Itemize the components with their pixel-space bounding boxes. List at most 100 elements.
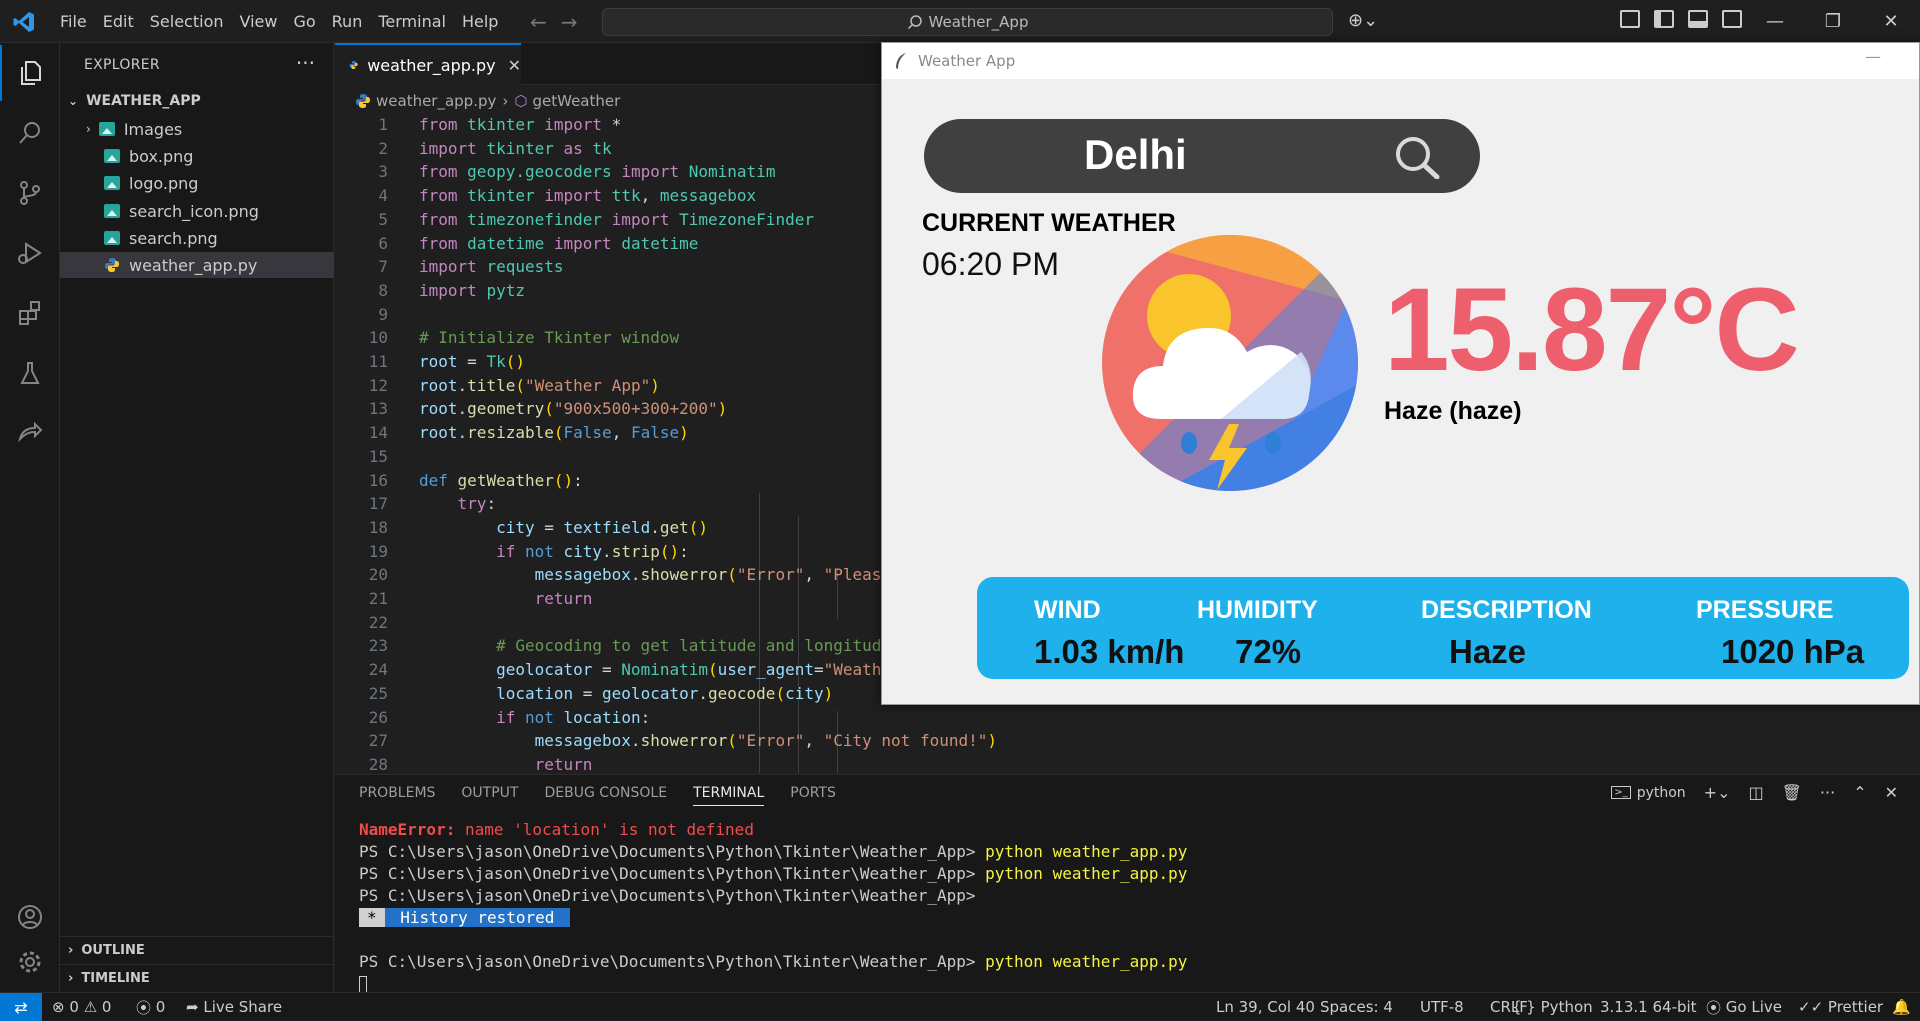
customize-layout-icon[interactable] <box>1620 10 1640 28</box>
toggle-primary-sidebar-icon[interactable] <box>1654 10 1674 28</box>
menu-help[interactable]: Help <box>454 0 506 43</box>
forward-arrow-icon[interactable]: → <box>561 10 578 34</box>
split-terminal-icon[interactable]: ◫ <box>1748 783 1763 802</box>
toggle-panel-icon[interactable] <box>1688 10 1708 28</box>
extensions-icon[interactable] <box>0 285 60 341</box>
menu-terminal[interactable]: Terminal <box>370 0 454 43</box>
code-text: city = textfield.get() <box>496 517 709 537</box>
code-text: # Initialize Tkinter window <box>419 328 680 348</box>
city-search-bar[interactable]: Delhi <box>924 119 1480 193</box>
add-terminal-icon[interactable]: +⌄ <box>1704 783 1731 802</box>
ports-status[interactable]: ⦿ 0 <box>136 993 165 1021</box>
close-tab-icon[interactable]: ✕ <box>508 56 521 75</box>
tab-problems[interactable]: PROBLEMS <box>359 785 435 806</box>
menu-file[interactable]: File <box>52 0 95 43</box>
language-mode[interactable]: { } Python <box>1512 993 1593 1021</box>
timeline-section[interactable]: › TIMELINE <box>60 964 334 992</box>
close-panel-icon[interactable]: ✕ <box>1885 783 1898 802</box>
go-live-status[interactable]: ⦿ Go Live <box>1706 993 1782 1021</box>
outline-section[interactable]: › OUTLINE <box>60 936 334 964</box>
code-text: if not city.strip(): <box>496 541 689 561</box>
line-number: 6 <box>378 233 388 253</box>
tree-item-weather-app-py[interactable]: weather_app.py <box>60 252 334 278</box>
tab-output[interactable]: OUTPUT <box>461 785 518 806</box>
search-activity-icon[interactable] <box>0 105 60 161</box>
image-file-icon <box>104 204 120 218</box>
close-icon[interactable]: ✕ <box>1862 0 1920 43</box>
live-share-icon[interactable] <box>0 405 60 461</box>
local-time: 06:20 PM <box>922 246 1059 282</box>
run-debug-icon[interactable] <box>0 225 60 281</box>
breadcrumb-file[interactable]: weather_app.py <box>376 92 496 110</box>
problems-status[interactable]: ⊗ 0 ⚠ 0 <box>52 993 111 1021</box>
tree-item-search-icon-png[interactable]: search_icon.png <box>60 198 334 224</box>
line-number: 12 <box>368 375 388 395</box>
humidity-value: 72% <box>1235 633 1302 670</box>
menu-selection[interactable]: Selection <box>142 0 232 43</box>
tab-terminal[interactable]: TERMINAL <box>693 785 765 806</box>
more-icon[interactable]: ··· <box>1820 783 1835 802</box>
tree-item-logo-png[interactable]: logo.png <box>60 170 334 196</box>
weather-app-title: Weather App <box>918 52 1016 70</box>
tab-weather-app-py[interactable]: weather_app.py ✕ <box>335 43 521 85</box>
image-file-icon <box>104 149 120 163</box>
window-controls: — ❐ ✕ <box>1746 0 1920 43</box>
settings-gear-icon[interactable] <box>0 934 60 990</box>
code-text: root.resizable(False, False) <box>419 423 689 443</box>
wind-label: WIND <box>1034 596 1101 624</box>
tree-item-label: logo.png <box>129 173 199 193</box>
line-number: 18 <box>368 517 388 537</box>
restore-icon[interactable]: ❐ <box>1804 0 1862 43</box>
copilot-icon[interactable]: ⊕⌄ <box>1348 10 1378 31</box>
source-control-icon[interactable] <box>0 165 60 221</box>
indentation[interactable]: Spaces: 4 <box>1320 993 1393 1021</box>
testing-icon[interactable] <box>0 345 60 401</box>
workspace-folder[interactable]: ⌄ WEATHER_APP <box>60 89 334 113</box>
line-number: 22 <box>368 612 388 632</box>
encoding[interactable]: UTF-8 <box>1420 993 1464 1021</box>
minimize-icon[interactable]: — <box>1865 47 1881 66</box>
terminal-profile[interactable]: >_ python <box>1611 784 1686 801</box>
line-number: 11 <box>368 352 388 371</box>
breadcrumb-symbol[interactable]: getWeather <box>532 92 620 110</box>
terminal-shell-label: python <box>1636 784 1686 801</box>
city-input[interactable]: Delhi <box>1084 131 1187 179</box>
tree-item-label: search_icon.png <box>129 201 259 221</box>
weather-details-box: WIND HUMIDITY DESCRIPTION PRESSURE 1.03 … <box>977 577 1909 679</box>
menu-edit[interactable]: Edit <box>95 0 142 43</box>
title-bar: File Edit Selection View Go Run Terminal… <box>0 0 1920 43</box>
line-number: 7 <box>378 257 388 277</box>
tree-item-label: weather_app.py <box>129 255 258 275</box>
tab-debug-console[interactable]: DEBUG CONSOLE <box>544 785 667 806</box>
tab-ports[interactable]: PORTS <box>790 785 836 806</box>
prettier-status[interactable]: ✓✓ Prettier <box>1798 993 1883 1021</box>
back-arrow-icon[interactable]: ← <box>530 10 547 34</box>
cursor-position[interactable]: Ln 39, Col 40 <box>1216 993 1315 1021</box>
line-number: 9 <box>378 304 388 324</box>
menu-go[interactable]: Go <box>285 0 323 43</box>
remote-indicator-icon[interactable]: ⇄ <box>0 993 42 1021</box>
toggle-secondary-sidebar-icon[interactable] <box>1722 10 1742 28</box>
menu-view[interactable]: View <box>232 0 286 43</box>
notifications-bell-icon[interactable]: 🔔 <box>1892 993 1911 1021</box>
tree-item-search-png[interactable]: search.png <box>60 225 334 251</box>
line-number: 26 <box>368 707 388 727</box>
tree-item-images[interactable]: › Images <box>60 116 334 142</box>
layout-controls <box>1620 10 1742 28</box>
outline-label: OUTLINE <box>81 943 145 958</box>
menu-run[interactable]: Run <box>324 0 371 43</box>
maximize-panel-icon[interactable]: ⌃ <box>1853 783 1866 802</box>
search-icon[interactable] <box>1394 135 1440 179</box>
minimize-icon[interactable]: — <box>1746 0 1804 43</box>
live-share-status[interactable]: ➦ Live Share <box>186 993 282 1021</box>
line-number: 21 <box>368 589 388 608</box>
line-number: 4 <box>378 186 388 206</box>
python-interpreter[interactable]: 3.13.1 64-bit <box>1600 993 1697 1021</box>
trash-icon[interactable]: 🗑 <box>1782 783 1802 802</box>
code-text: from datetime import datetime <box>419 233 699 253</box>
command-center-search[interactable]: Weather_App <box>602 8 1333 36</box>
more-actions-icon[interactable]: ··· <box>296 51 315 75</box>
tree-item-label: box.png <box>129 146 194 166</box>
explorer-icon[interactable] <box>0 45 60 101</box>
tree-item-box-png[interactable]: box.png <box>60 143 334 169</box>
